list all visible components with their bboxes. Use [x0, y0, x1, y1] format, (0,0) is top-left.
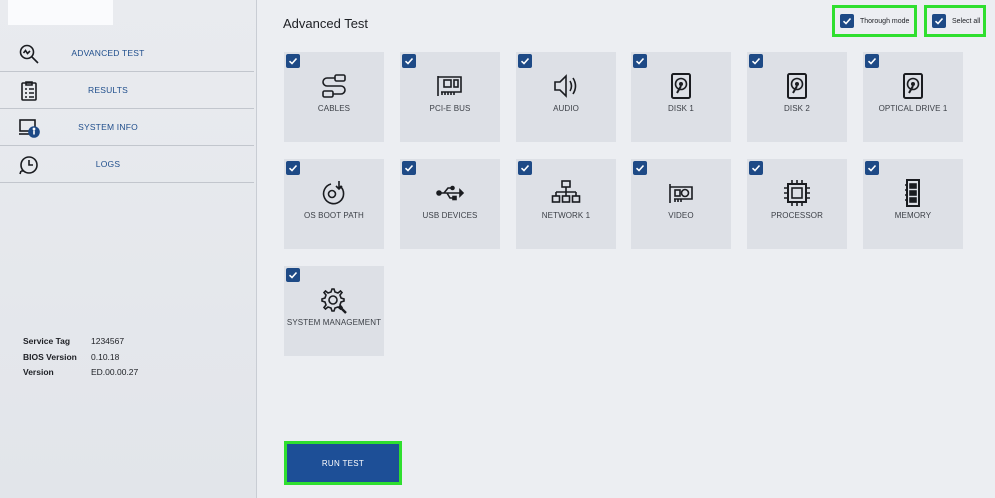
- info-value: 1234567: [91, 336, 125, 346]
- sidebar-item-system-info[interactable]: SYSTEM INFO: [0, 109, 254, 146]
- tile-label: DISK 1: [668, 104, 694, 113]
- thorough-mode-toggle[interactable]: Thorough mode: [832, 5, 917, 37]
- sidebar-item-logs[interactable]: LOGS: [0, 146, 254, 183]
- speaker-icon: [554, 74, 577, 98]
- checkmark-icon: [842, 17, 852, 25]
- tile-label: USB DEVICES: [422, 211, 478, 220]
- tile-checkbox[interactable]: [749, 54, 763, 68]
- tile-checkbox[interactable]: [286, 54, 300, 68]
- test-tile-cables[interactable]: CABLES: [284, 52, 384, 142]
- processor-icon: [784, 180, 810, 206]
- thorough-mode-label: Thorough mode: [860, 17, 910, 25]
- tile-label: SYSTEM MANAGEMENT: [286, 318, 382, 327]
- pci-card-icon: [437, 76, 462, 96]
- tile-checkbox[interactable]: [518, 161, 532, 175]
- tile-label: MEMORY: [894, 211, 932, 220]
- gear-wrench-icon: [321, 288, 347, 314]
- select-all-toggle[interactable]: Select all: [924, 5, 986, 37]
- checkmark-icon: [751, 164, 761, 172]
- test-tile-memory[interactable]: MEMORY: [863, 159, 963, 249]
- sidebar-item-label: SYSTEM INFO: [78, 122, 138, 132]
- test-tile-network-1[interactable]: NETWORK 1: [516, 159, 616, 249]
- tile-label: CABLES: [317, 104, 351, 113]
- tile-checkbox[interactable]: [286, 268, 300, 282]
- network-icon: [551, 180, 581, 203]
- test-tile-pcie-bus[interactable]: PCI-E BUS: [400, 52, 500, 142]
- tile-label: PCI-E BUS: [429, 104, 471, 113]
- tile-label: DISK 2: [784, 104, 810, 113]
- disk-icon: [787, 73, 807, 99]
- page-title: Advanced Test: [283, 16, 369, 31]
- thorough-mode-checkbox[interactable]: [840, 14, 854, 28]
- info-value: ED.00.00.27: [91, 367, 139, 377]
- tile-checkbox[interactable]: [633, 54, 647, 68]
- sidebar: ADVANCED TEST RESULTS SYSTEM INFO LOGS S…: [0, 0, 257, 498]
- logo-placeholder: [8, 0, 113, 25]
- run-test-button[interactable]: RUN TEST: [284, 441, 402, 485]
- tile-checkbox[interactable]: [402, 54, 416, 68]
- checkmark-icon: [520, 164, 530, 172]
- boot-path-icon: [322, 181, 345, 205]
- tile-label: PROCESSOR: [770, 211, 824, 220]
- tile-checkbox[interactable]: [865, 161, 879, 175]
- test-tile-os-boot-path[interactable]: OS BOOT PATH: [284, 159, 384, 249]
- info-row-service-tag: Service Tag 1234567: [23, 336, 138, 352]
- disk-icon: [671, 73, 691, 99]
- optical-drive-icon: [903, 73, 923, 99]
- test-tile-video[interactable]: VIDEO: [631, 159, 731, 249]
- system-info-block: Service Tag 1234567 BIOS Version 0.10.18…: [23, 336, 138, 383]
- tile-label: NETWORK 1: [541, 211, 591, 220]
- info-value: 0.10.18: [91, 351, 120, 362]
- tile-label: AUDIO: [553, 104, 579, 113]
- video-card-icon: [669, 184, 693, 203]
- tile-checkbox[interactable]: [865, 54, 879, 68]
- sidebar-nav: ADVANCED TEST RESULTS SYSTEM INFO LOGS: [0, 35, 254, 183]
- sidebar-item-results[interactable]: RESULTS: [0, 72, 254, 109]
- test-tile-system-management[interactable]: SYSTEM MANAGEMENT: [284, 266, 384, 356]
- select-all-checkbox[interactable]: [932, 14, 946, 28]
- tile-checkbox[interactable]: [749, 161, 763, 175]
- sidebar-item-label: RESULTS: [88, 85, 128, 95]
- tile-checkbox[interactable]: [633, 161, 647, 175]
- tile-label: VIDEO: [668, 211, 694, 220]
- main-panel: Advanced Test Thorough mode Select all C…: [257, 0, 995, 498]
- test-tile-audio[interactable]: AUDIO: [516, 52, 616, 142]
- sidebar-item-label: ADVANCED TEST: [71, 48, 145, 58]
- checkmark-icon: [520, 57, 530, 65]
- usb-icon: [436, 185, 465, 201]
- test-tile-disk-2[interactable]: DISK 2: [747, 52, 847, 142]
- tile-label: OS BOOT PATH: [304, 211, 364, 220]
- test-tile-processor[interactable]: PROCESSOR: [747, 159, 847, 249]
- tile-label: OPTICAL DRIVE 1: [878, 104, 948, 113]
- checkmark-icon: [867, 164, 877, 172]
- checkmark-icon: [635, 164, 645, 172]
- tile-checkbox[interactable]: [518, 54, 532, 68]
- checkmark-icon: [635, 57, 645, 65]
- checkmark-icon: [751, 57, 761, 65]
- info-key: BIOS Version: [23, 351, 77, 362]
- test-tile-usb-devices[interactable]: USB DEVICES: [400, 159, 500, 249]
- checkmark-icon: [404, 57, 414, 65]
- tile-checkbox[interactable]: [402, 161, 416, 175]
- run-test-label: RUN TEST: [321, 458, 365, 468]
- cable-icon: [322, 74, 346, 98]
- checkmark-icon: [404, 164, 414, 172]
- sidebar-item-label: LOGS: [95, 159, 121, 169]
- checkmark-icon: [867, 57, 877, 65]
- checkmark-icon: [934, 17, 944, 25]
- test-tile-disk-1[interactable]: DISK 1: [631, 52, 731, 142]
- memory-icon: [905, 179, 920, 207]
- test-tile-optical-drive-1[interactable]: OPTICAL DRIVE 1: [863, 52, 963, 142]
- tile-checkbox[interactable]: [286, 161, 300, 175]
- info-row-version: Version ED.00.00.27: [23, 367, 138, 383]
- info-key: Service Tag: [23, 336, 71, 346]
- info-key: Version: [23, 367, 54, 377]
- checkmark-icon: [288, 164, 298, 172]
- info-row-bios-version: BIOS Version 0.10.18: [23, 352, 138, 368]
- sidebar-item-advanced-test[interactable]: ADVANCED TEST: [0, 35, 254, 72]
- checkmark-icon: [288, 271, 298, 279]
- select-all-label: Select all: [952, 17, 981, 25]
- checkmark-icon: [288, 57, 298, 65]
